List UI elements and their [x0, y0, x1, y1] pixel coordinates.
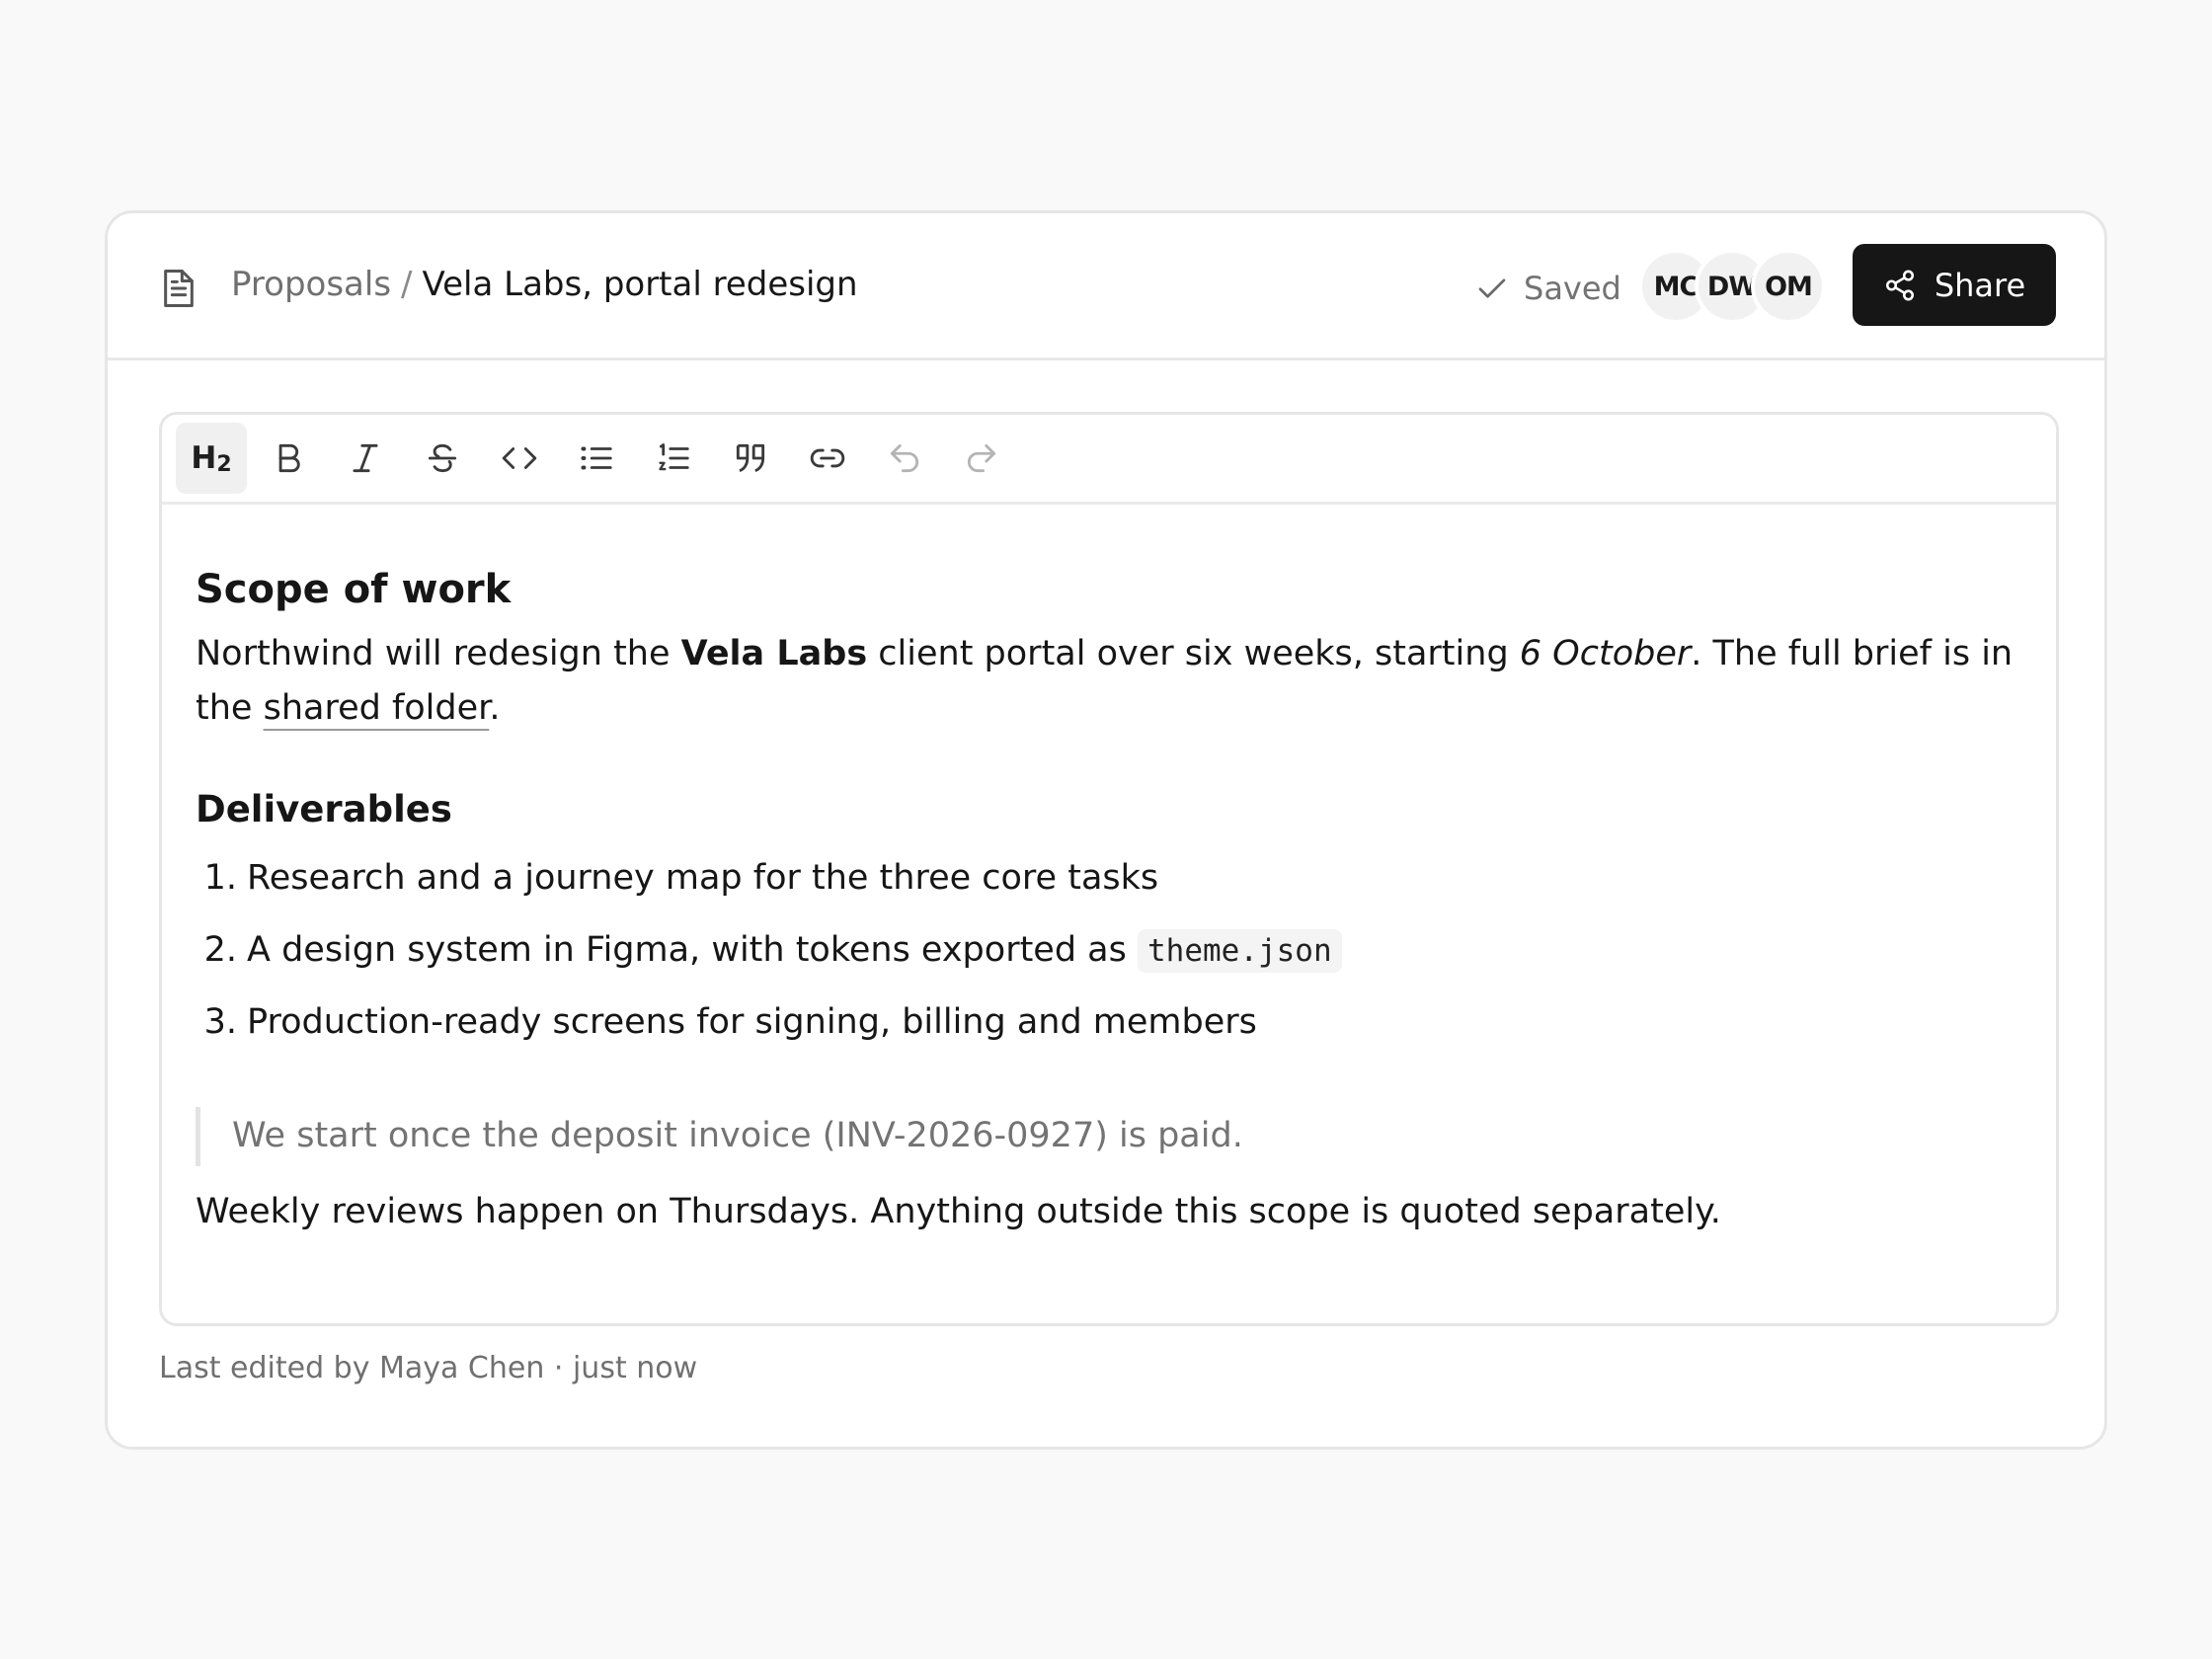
save-status-label: Saved: [1524, 270, 1621, 307]
list-item: 1. Research and a journey map for the thr…: [203, 858, 1159, 898]
rich-text-editor[interactable]: H2 Scope of work Northwind will redesign…: [159, 412, 2059, 1326]
italic-icon: [353, 443, 378, 473]
bold-text: Vela Labs: [680, 634, 868, 673]
bold-icon: [278, 443, 300, 473]
quote-icon: [736, 443, 765, 473]
undo-icon: [890, 443, 919, 473]
breadcrumb: Proposals / Vela Labs, portal redesign: [231, 263, 858, 306]
redo-button[interactable]: [946, 423, 1017, 494]
bold-button[interactable]: [253, 423, 324, 494]
undo-button[interactable]: [869, 423, 940, 494]
link-icon: [810, 448, 845, 468]
last-edited-footer: Last edited by Maya Chen · just now: [159, 1351, 698, 1385]
document-icon: [159, 267, 198, 310]
shared-folder-link[interactable]: shared folder: [264, 688, 490, 728]
heading-2-button[interactable]: H2: [176, 423, 247, 494]
redo-icon: [967, 443, 996, 473]
formatting-toolbar: H2: [162, 415, 2056, 505]
heading-scope-of-work: Scope of work: [196, 567, 512, 612]
document-title[interactable]: Vela Labs, portal redesign: [423, 265, 858, 304]
bullet-list-icon: [581, 446, 612, 470]
italic-button[interactable]: [330, 423, 401, 494]
document-header: Proposals / Vela Labs, portal redesign Sav…: [108, 213, 2104, 360]
intro-paragraph: Northwind will redesign the Vela Labs cl…: [196, 634, 2014, 728]
share-button[interactable]: Share: [1853, 244, 2056, 326]
strikethrough-button[interactable]: [407, 423, 478, 494]
save-status: Saved: [1474, 267, 1621, 310]
share-button-label: Share: [1934, 266, 2026, 304]
code-icon: [502, 447, 537, 469]
closing-paragraph: Weekly reviews happen on Thursdays. Anyt…: [196, 1192, 1721, 1231]
strikethrough-icon: [428, 443, 457, 473]
document-card: Proposals / Vela Labs, portal redesign Sav…: [105, 210, 2107, 1450]
check-icon: [1478, 278, 1506, 298]
heading-2-icon: H2: [191, 440, 232, 477]
link-button[interactable]: [792, 423, 863, 494]
ordered-list-icon: [659, 443, 689, 471]
avatar[interactable]: OM: [1751, 249, 1826, 324]
italic-text: 6 October: [1519, 634, 1692, 673]
code-button[interactable]: [484, 423, 555, 494]
blockquote-button[interactable]: [715, 423, 786, 494]
share-icon: [1885, 270, 1914, 300]
list-item: 3. Production-ready screens for signing, …: [203, 1002, 1257, 1042]
bullet-list-button[interactable]: [561, 423, 632, 494]
blockquote: We start once the deposit invoice (INV-2…: [196, 1107, 1243, 1166]
breadcrumb-proposals-link[interactable]: Proposals: [231, 265, 391, 304]
list-item: 2. A design system in Figma, with tokens …: [196, 925, 1342, 997]
inline-code: theme.json: [1138, 929, 1342, 973]
deliverables-list: 1. Research and a journey map for the thr…: [196, 853, 1342, 1069]
breadcrumb-separator: /: [401, 265, 413, 304]
heading-deliverables: Deliverables: [196, 788, 452, 830]
collaborator-avatars: MC DW OM: [1638, 249, 1826, 324]
ordered-list-button[interactable]: [638, 423, 709, 494]
